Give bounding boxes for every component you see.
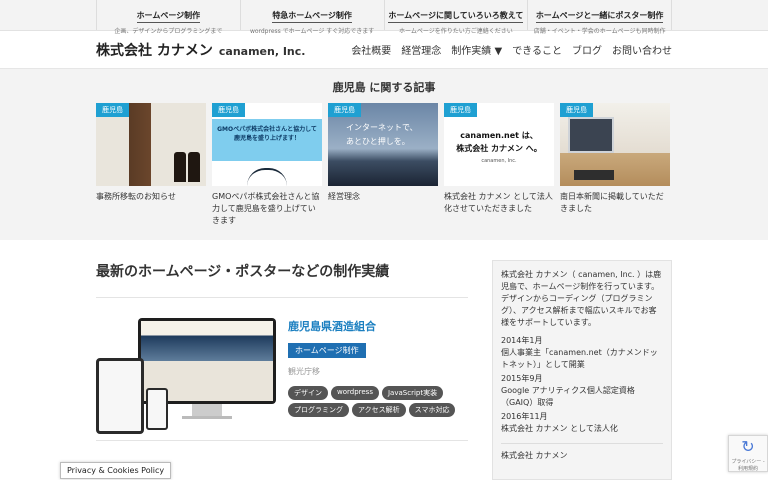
top-link-title: ホームページと一緒にポスター制作: [535, 10, 664, 23]
article-title[interactable]: 経営理念: [328, 191, 438, 203]
nav-philosophy[interactable]: 経営理念: [401, 42, 441, 57]
monitor-base: [182, 416, 232, 419]
thumbnail-text: GMOペパボ株式会社さんと協力して 鹿児島を盛り上げます！: [217, 126, 317, 142]
top-link-title: 特急ホームページ制作: [272, 10, 352, 23]
company-intro: 株式会社 カナメン（ canamen, Inc. ）は鹿児島で、ホームページ制作…: [501, 270, 662, 327]
article-card[interactable]: GMOペパボ株式会社さんと協力して 鹿児島を盛り上げます！ 鹿児島 GMOペパボ…: [212, 103, 322, 227]
history-date: 2015年9月: [501, 374, 543, 383]
tablet-mockup: [96, 358, 144, 434]
recaptcha-terms[interactable]: プライバシー - 利用規約: [729, 458, 767, 472]
top-link-homepage[interactable]: ホームページ制作 企画、デザインからプログラミングまで: [96, 0, 240, 35]
article-card[interactable]: 鹿児島 事務所移転のお知らせ: [96, 103, 206, 227]
phone-mockup: [146, 388, 168, 430]
divider: [501, 443, 663, 444]
article-thumbnail[interactable]: GMOペパボ株式会社さんと協力して 鹿児島を盛り上げます！ 鹿児島: [212, 103, 322, 186]
work-item: 鹿児島県酒造組合 ホームページ制作 観光庁移 デザイン wordpress Ja…: [96, 298, 468, 441]
tag-chip[interactable]: デザイン: [288, 386, 328, 400]
site-logo[interactable]: 株式会社 カナメン canamen, Inc.: [96, 40, 305, 60]
thumbnail-line: canamen.net は、: [460, 131, 538, 140]
category-tag[interactable]: 鹿児島: [560, 103, 593, 117]
article-title[interactable]: 事務所移転のお知らせ: [96, 191, 206, 203]
logo-japanese: 株式会社 カナメン: [96, 42, 213, 59]
article-title[interactable]: 南日本新聞に掲載していただきました: [560, 191, 670, 215]
related-articles: 鹿児島 に関する記事 鹿児島 事務所移転のお知らせ GMOペパボ株式会社さんと協…: [0, 69, 768, 240]
keyboard-shape: [574, 170, 614, 180]
history-date: 2014年1月: [501, 336, 543, 345]
thumbnail-line: canamen, Inc.: [481, 158, 517, 164]
thumbnail-line: 株式会社 カナメン へ。: [456, 144, 542, 153]
tag-chip[interactable]: プログラミング: [288, 403, 349, 417]
article-card[interactable]: canamen.net は、 株式会社 カナメン へ。 canamen, Inc…: [444, 103, 554, 227]
works-section: 最新のホームページ・ポスターなどの制作実績 鹿児島県酒造組合 ホームページ制作 …: [96, 240, 468, 480]
thumbnail-text: インターネットで、 あとひと押しを。: [346, 121, 418, 149]
work-title[interactable]: 鹿児島県酒造組合: [288, 318, 458, 334]
category-tag[interactable]: 鹿児島: [444, 103, 477, 117]
logo-english: canamen, Inc.: [218, 44, 306, 58]
top-service-bar: ホームページ制作 企画、デザインからプログラミングまで 特急ホームページ制作 w…: [0, 0, 768, 35]
top-link-poster[interactable]: ホームページと一緒にポスター制作 店舗・イベント・学会のホームページも同時制作: [527, 0, 672, 35]
main-area: 最新のホームページ・ポスターなどの制作実績 鹿児島県酒造組合 ホームページ制作 …: [96, 240, 672, 480]
tag-chip[interactable]: wordpress: [331, 386, 379, 400]
related-heading: 鹿児島 に関する記事: [332, 81, 436, 94]
article-thumbnail[interactable]: 鹿児島: [96, 103, 206, 186]
chair-shape: [188, 152, 200, 182]
history-text: Google アナリティクス個人認定資格（GAIQ）取得: [501, 386, 635, 407]
sidebar-profile: 株式会社 カナメン（ canamen, Inc. ）は鹿児島で、ホームページ制作…: [492, 260, 672, 480]
monitor-stand: [192, 404, 222, 416]
thumbnail-line: インターネットで、: [346, 123, 418, 132]
article-title[interactable]: GMOペパボ株式会社さんと協力して鹿児島を盛り上げていきます: [212, 191, 322, 227]
history-text: 株式会社 カナメン として法人化: [501, 424, 618, 433]
tag-chip[interactable]: JavaScript実装: [381, 386, 444, 400]
article-thumbnail[interactable]: インターネットで、 あとひと押しを。 鹿児島: [328, 103, 438, 186]
top-link-express[interactable]: 特急ホームページ制作 wordpress でホームページ すぐ対応できます: [239, 0, 384, 35]
tag-chip[interactable]: スマホ対応: [408, 403, 456, 417]
monitor-shape: [568, 117, 614, 153]
site-header: 株式会社 カナメン canamen, Inc. 会社概要 経営理念 制作実績 ▼…: [0, 31, 768, 69]
thumbnail-line: あとひと押しを。: [346, 137, 410, 146]
top-link-title: ホームページ制作: [136, 10, 201, 23]
work-category-badge[interactable]: ホームページ制作: [288, 343, 366, 358]
work-tags: デザイン wordpress JavaScript実装 プログラミング アクセス…: [288, 386, 458, 417]
company-name: 株式会社 カナメン: [501, 451, 568, 460]
article-card[interactable]: 鹿児島 南日本新聞に掲載していただきました: [560, 103, 670, 227]
category-tag[interactable]: 鹿児島: [96, 103, 129, 117]
nav-company[interactable]: 会社概要: [351, 42, 391, 57]
article-thumbnail[interactable]: 鹿児島: [560, 103, 670, 186]
nav-contact[interactable]: お問い合わせ: [612, 42, 672, 57]
top-link-consult[interactable]: ホームページに関していろいろ教えて ホームページを作りたい方ご連絡ください: [383, 0, 528, 35]
recaptcha-icon: ↻: [741, 437, 755, 456]
history-date: 2016年11月: [501, 412, 548, 421]
mountain-icon: [247, 168, 287, 186]
nav-works-dropdown[interactable]: 制作実績 ▼: [451, 42, 502, 57]
history-text: 個人事業主「canamen.net（カナメンドットネット）」として開業: [501, 348, 658, 369]
works-heading: 最新のホームページ・ポスターなどの制作実績: [96, 240, 468, 298]
recaptcha-badge[interactable]: ↻ プライバシー - 利用規約: [728, 435, 768, 472]
category-tag[interactable]: 鹿児島: [328, 103, 361, 117]
tag-chip[interactable]: アクセス解析: [352, 403, 406, 417]
privacy-cookies-button[interactable]: Privacy & Cookies Policy: [60, 462, 172, 479]
main-nav: 会社概要 経営理念 制作実績 ▼ できること ブログ お問い合わせ: [351, 42, 672, 57]
nav-blog[interactable]: ブログ: [572, 42, 602, 57]
article-card[interactable]: インターネットで、 あとひと押しを。 鹿児島 経営理念: [328, 103, 438, 227]
top-link-title: ホームページに関していろいろ教えて: [388, 10, 524, 23]
category-tag[interactable]: 鹿児島: [212, 103, 245, 117]
work-screenshot[interactable]: [96, 318, 282, 440]
work-info: 鹿児島県酒造組合 ホームページ制作 観光庁移 デザイン wordpress Ja…: [288, 318, 458, 440]
chair-shape: [174, 152, 186, 182]
article-title[interactable]: 株式会社 カナメン として法人化させていただきました: [444, 191, 554, 215]
nav-services[interactable]: できること: [512, 42, 562, 57]
article-thumbnail[interactable]: canamen.net は、 株式会社 カナメン へ。 canamen, Inc…: [444, 103, 554, 186]
thumbnail-text: canamen.net は、 株式会社 カナメン へ。 canamen, Inc…: [444, 129, 554, 168]
work-location: 観光庁移: [288, 367, 320, 376]
